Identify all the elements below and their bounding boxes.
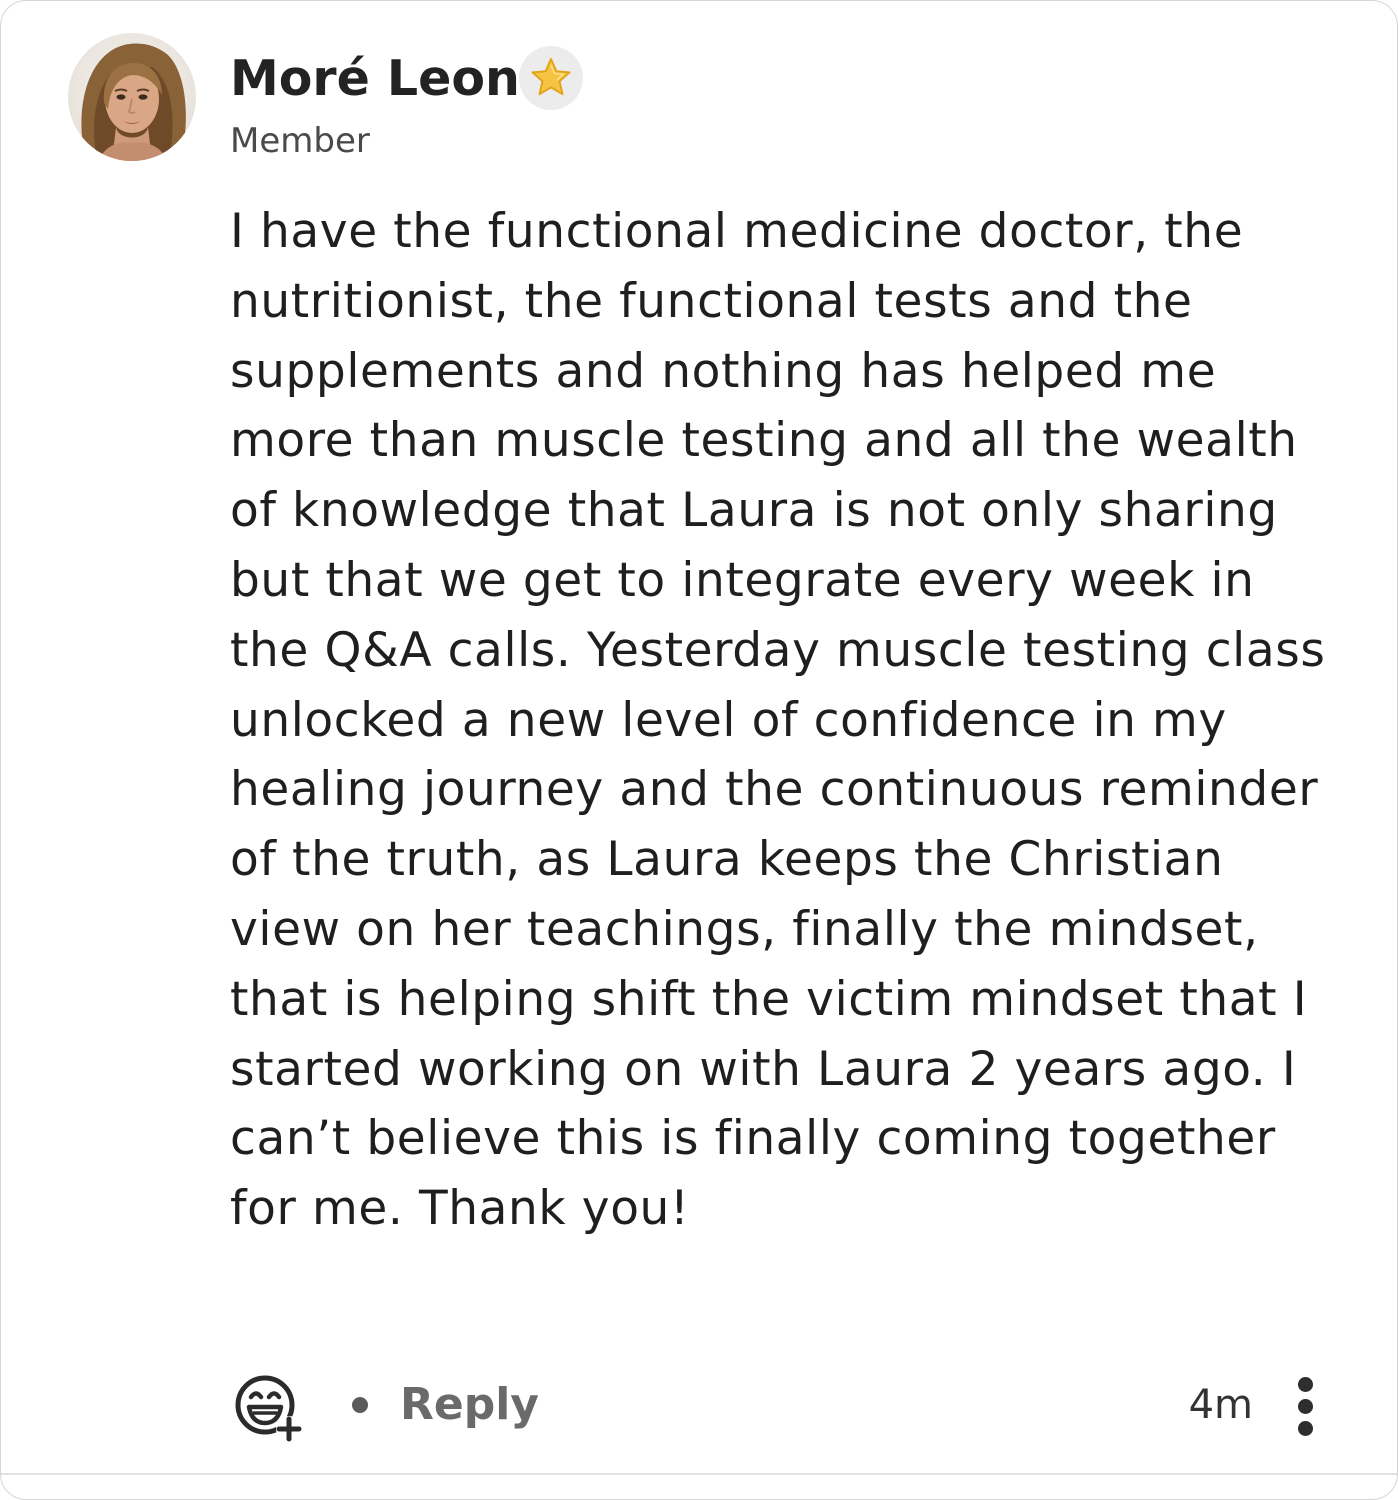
comment-card: Moré Leon Member I have the functional m… bbox=[0, 0, 1398, 1500]
author-role: Member bbox=[230, 121, 370, 161]
divider bbox=[1, 1473, 1397, 1475]
author-name[interactable]: Moré Leon bbox=[230, 47, 520, 111]
star-icon bbox=[519, 46, 583, 110]
comment-body: I have the functional medicine doctor, t… bbox=[230, 204, 1341, 1237]
avatar-photo bbox=[68, 33, 196, 161]
add-reaction-icon bbox=[235, 1375, 302, 1442]
more-vertical-icon[interactable] bbox=[1291, 1375, 1323, 1437]
separator-dot bbox=[352, 1397, 368, 1413]
author-avatar[interactable] bbox=[68, 33, 196, 161]
comment-timestamp: 4m bbox=[1188, 1382, 1253, 1428]
reply-button[interactable]: Reply bbox=[400, 1377, 539, 1433]
add-reaction-button[interactable] bbox=[231, 1371, 307, 1447]
comment-actions: Reply 4m bbox=[1, 1361, 1397, 1451]
